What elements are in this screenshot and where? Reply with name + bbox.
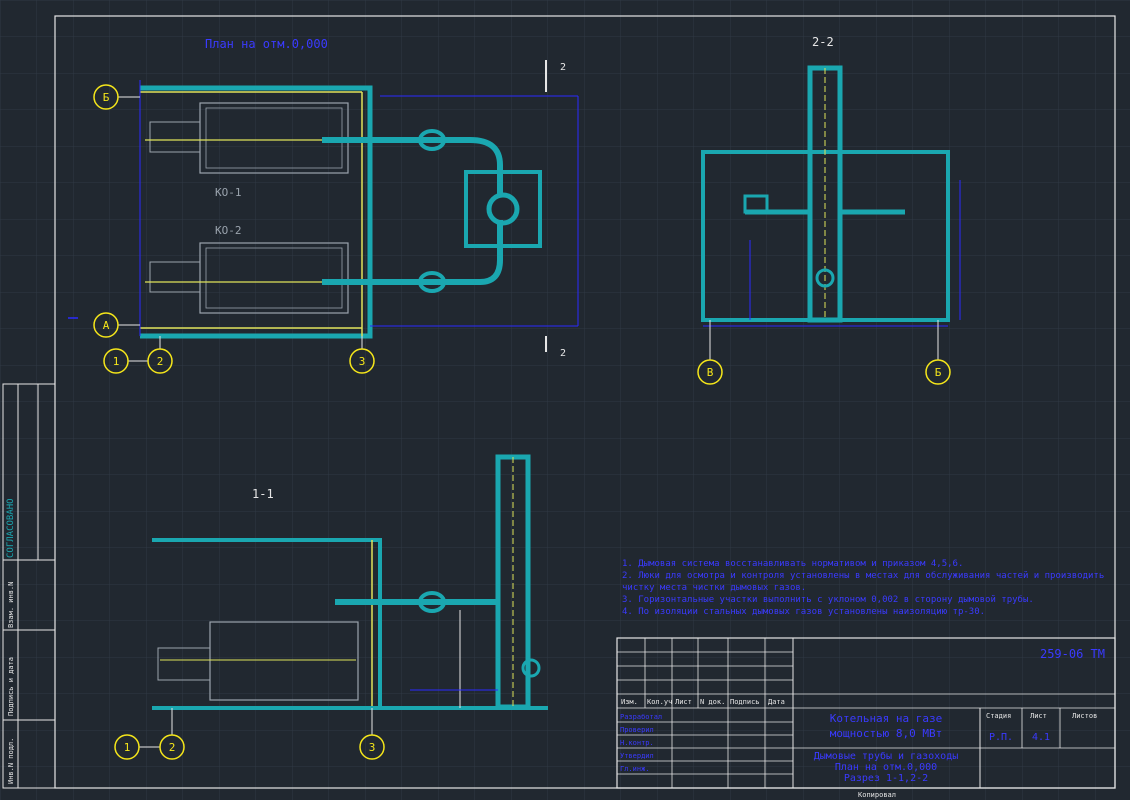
axis-b-label: Б xyxy=(103,91,110,104)
side-stamp-field-3: Инв.N подл. xyxy=(7,738,15,784)
tb-role-2: Проверил xyxy=(620,726,654,734)
tb-sheet-title-3: Разрез 1-1,2-2 xyxy=(844,773,928,784)
section-cut-label-top: 2 xyxy=(560,62,566,73)
tb-sheet-header: Лист xyxy=(1030,712,1047,720)
section-1-1-title: 1-1 xyxy=(252,487,274,501)
axis-1-label: 1 xyxy=(113,355,120,368)
tb-sheet-title-2: План на отм.0,000 xyxy=(835,762,937,773)
tb-sheets-header: Листов xyxy=(1072,712,1097,720)
axis-a-label: А xyxy=(103,319,110,332)
note-line-3: чистку места чистки дымовых газов. xyxy=(622,583,806,593)
section-1-1-axis-3-label: 3 xyxy=(369,741,376,754)
tb-copied: Копировал xyxy=(858,791,896,799)
tb-sheet-title-1: Дымовые трубы и газоходы xyxy=(814,750,959,762)
side-stamp-field-1: Взам. инв.N xyxy=(7,582,15,628)
axis-2-label: 2 xyxy=(157,355,164,368)
note-line-1: 1. Дымовая система восстанавливать норма… xyxy=(622,559,963,569)
plan-title: План на отм.0,000 xyxy=(205,37,328,51)
note-line-5: 4. По изоляции стальных дымовых газов ус… xyxy=(622,607,985,617)
tb-header-doc: N док. xyxy=(700,698,725,706)
tb-header-change: Изм. xyxy=(621,698,638,706)
tb-sheet-value: 4.1 xyxy=(1032,732,1050,743)
tb-object-title-1: Котельная на газе xyxy=(830,712,943,725)
drawing-canvas: План на отм.0,000 КО-1 КО-2 2 2 Б А 1 2 … xyxy=(0,0,1130,800)
side-stamp-field-2: Подпись и дата xyxy=(7,657,15,716)
tb-role-1: Разработал xyxy=(620,713,662,721)
tb-object-title-2: мощностью 8,0 МВт xyxy=(830,727,943,740)
tb-header-qty: Кол.уч xyxy=(647,698,672,706)
section-1-1-axis-1-label: 1 xyxy=(124,741,131,754)
tb-doc-code: 259-06 ТМ xyxy=(1040,647,1105,661)
section-2-2-title: 2-2 xyxy=(812,35,834,49)
tb-header-date: Дата xyxy=(768,698,785,706)
boiler-2-label: КО-2 xyxy=(215,224,242,237)
section-1-1-axis-2-label: 2 xyxy=(169,741,176,754)
tb-header-signature: Подпись xyxy=(730,698,760,706)
axis-3-label: 3 xyxy=(359,355,366,368)
tb-stage-value: Р.П. xyxy=(989,732,1013,743)
section-cut-label-bottom: 2 xyxy=(560,348,566,359)
tb-role-4: Утвердил xyxy=(620,752,654,760)
note-line-4: 3. Горизонтальные участки выполнить с ук… xyxy=(622,594,1034,605)
tb-role-5: Гл.инж. xyxy=(620,765,650,773)
boiler-1-label: КО-1 xyxy=(215,186,242,199)
tb-stage-header: Стадия xyxy=(986,712,1011,720)
side-stamp-agreed: СОГЛАСОВАНО xyxy=(6,498,16,558)
note-line-2: 2. Люки для осмотра и контроля установле… xyxy=(622,570,1104,581)
tb-header-sheet: Лист xyxy=(675,698,692,706)
tb-role-3: Н.контр. xyxy=(620,739,654,747)
axis-v-label: В xyxy=(707,366,714,379)
axis-b2-label: Б xyxy=(935,366,942,379)
